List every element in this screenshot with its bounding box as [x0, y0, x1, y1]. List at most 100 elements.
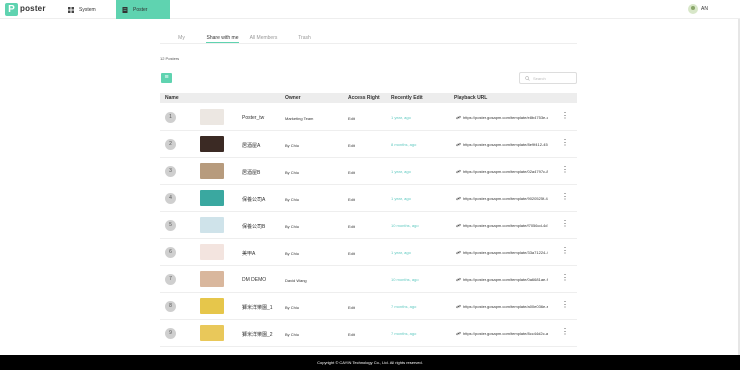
more-options-icon[interactable]: ⋮	[561, 301, 569, 309]
access-right: Edit	[348, 170, 355, 175]
table-row[interactable]: 3 居酒屋B By Chiu Edit 1 year, ago https://poste…	[160, 158, 577, 185]
link-icon	[456, 331, 461, 336]
poster-name[interactable]: 獅米洋樂園_2	[242, 331, 273, 338]
recently-edit: 1 year, ago	[391, 115, 411, 120]
link-icon	[456, 277, 461, 282]
more-options-icon[interactable]: ⋮	[561, 193, 569, 201]
header-recently-edit[interactable]: Recently Edit	[391, 95, 423, 101]
more-options-icon[interactable]: ⋮	[561, 112, 569, 120]
poster-name[interactable]: 居酒屋A	[242, 142, 260, 149]
url-text: https://poster.gosapm.com/template/02a47…	[463, 169, 548, 174]
access-right: Edit	[348, 251, 355, 256]
table-row[interactable]: 9 獅米洋樂園_2 By Chiu Edit 7 months, ago https://…	[160, 320, 577, 347]
poster-thumbnail[interactable]	[200, 325, 224, 341]
playback-url[interactable]: https://poster.gosapm.com/template/90205…	[456, 196, 548, 201]
table-row[interactable]: 2 居酒屋A By Chiu Edit 8 months, ago https://pos…	[160, 131, 577, 158]
tab-divider	[160, 43, 577, 44]
poster-thumbnail[interactable]	[200, 271, 224, 287]
poster-owner: Marketing Team	[285, 116, 314, 121]
table-row[interactable]: 1 Poster_tw Marketing Team Edit 1 year, ago h…	[160, 104, 577, 131]
poster-thumbnail[interactable]	[200, 298, 224, 314]
table-row[interactable]: 6 美甲A By Chiu Edit 1 year, ago https://poster…	[160, 239, 577, 266]
tab-trash[interactable]: Trash	[288, 35, 321, 43]
poster-thumbnail[interactable]	[200, 136, 224, 152]
playback-url[interactable]: https://poster.gosapm.com/template/a00e0…	[456, 304, 548, 309]
poster-thumbnail[interactable]	[200, 244, 224, 260]
poster-thumbnail[interactable]	[200, 109, 224, 125]
playback-url[interactable]: https://poster.gosapm.com/template/e8b47…	[456, 115, 548, 120]
recently-edit: 10 months, ago	[391, 277, 419, 282]
search-input[interactable]: Search	[519, 72, 577, 84]
row-number: 5	[165, 220, 176, 231]
footer: Copyright © CAYIN Technology Co., Ltd. A…	[0, 355, 740, 370]
access-right: Edit	[348, 332, 355, 337]
poster-owner: By Chiu	[285, 251, 300, 256]
more-options-icon[interactable]: ⋮	[561, 220, 569, 228]
url-text: https://poster.gosapm.com/template/f7056…	[463, 223, 548, 228]
logo-text: poster	[20, 4, 46, 13]
more-options-icon[interactable]: ⋮	[561, 139, 569, 147]
user-menu[interactable]: AN	[688, 4, 708, 14]
poster-owner: By Chiu	[285, 305, 300, 310]
top-bar: P poster System Poster AN	[0, 0, 740, 19]
nav-poster[interactable]: Poster	[116, 0, 170, 19]
list-icon: ≡	[164, 74, 169, 81]
recently-edit: 1 year, ago	[391, 196, 411, 201]
tab-share-with-me[interactable]: Share with me	[206, 35, 239, 43]
link-icon	[456, 142, 461, 147]
row-number: 3	[165, 166, 176, 177]
link-icon	[456, 223, 461, 228]
row-number: 4	[165, 193, 176, 204]
table-row[interactable]: 5 保養公司B By Chiu Edit 10 months, ago https://p…	[160, 212, 577, 239]
url-text: https://poster.gosapm.com/template/90205…	[463, 196, 548, 201]
playback-url[interactable]: https://poster.gosapm.com/template/8cc44…	[456, 331, 548, 336]
row-number: 1	[165, 112, 176, 123]
poster-name[interactable]: Poster_tw	[242, 115, 264, 121]
poster-owner: By Chiu	[285, 170, 300, 175]
playback-url[interactable]: https://poster.gosapm.com/template/f7056…	[456, 223, 548, 228]
nav-system-label: System	[79, 6, 96, 13]
url-text: https://poster.gosapm.com/template/a00e0…	[463, 304, 548, 309]
header-owner[interactable]: Owner	[285, 95, 301, 101]
link-icon	[456, 115, 461, 120]
poster-name[interactable]: 保養公司B	[242, 223, 265, 230]
table-row[interactable]: 8 獅米洋樂園_1 By Chiu Edit 7 months, ago https://…	[160, 293, 577, 320]
poster-owner: By Chiu	[285, 197, 300, 202]
row-number: 9	[165, 328, 176, 339]
tab-my[interactable]: My	[165, 35, 198, 43]
link-icon	[456, 196, 461, 201]
row-number: 2	[165, 139, 176, 150]
more-options-icon[interactable]: ⋮	[561, 328, 569, 336]
playback-url[interactable]: https://poster.gosapm.com/template/02a47…	[456, 169, 548, 174]
list-view-button[interactable]: ≡	[161, 73, 172, 83]
table-row[interactable]: 4 保養公司A By Chiu Edit 1 year, ago https://post…	[160, 185, 577, 212]
row-number: 8	[165, 301, 176, 312]
poster-thumbnail[interactable]	[200, 217, 224, 233]
link-icon	[456, 304, 461, 309]
poster-logo[interactable]: P	[5, 3, 18, 16]
poster-owner: By Chiu	[285, 224, 300, 229]
tab-all-members[interactable]: All Members	[247, 35, 280, 43]
poster-thumbnail[interactable]	[200, 163, 224, 179]
more-options-icon[interactable]: ⋮	[561, 247, 569, 255]
playback-url[interactable]: https://poster.gosapm.com/template/33a71…	[456, 250, 548, 255]
poster-name[interactable]: 居酒屋B	[242, 169, 260, 176]
header-access[interactable]: Access Right	[348, 95, 380, 101]
poster-owner: David Wang	[285, 278, 307, 283]
poster-name[interactable]: DM DEMO	[242, 277, 266, 283]
nav-system[interactable]: System	[68, 0, 116, 19]
header-playback-url[interactable]: Playback URL	[454, 95, 487, 101]
tab-bar: My Share with me All Members Trash	[165, 35, 335, 43]
poster-name[interactable]: 美甲A	[242, 250, 255, 257]
playback-url[interactable]: https://poster.gosapm.com/template/0a668…	[456, 277, 548, 282]
table-row[interactable]: 7 DM DEMO David Wang 10 months, ago https://…	[160, 266, 577, 293]
poster-name[interactable]: 獅米洋樂園_1	[242, 304, 273, 311]
access-right: Edit	[348, 305, 355, 310]
poster-name[interactable]: 保養公司A	[242, 196, 265, 203]
access-right: Edit	[348, 197, 355, 202]
playback-url[interactable]: https://poster.gosapm.com/template/8e9f4…	[456, 142, 548, 147]
more-options-icon[interactable]: ⋮	[561, 274, 569, 282]
header-name[interactable]: Name	[165, 95, 179, 101]
more-options-icon[interactable]: ⋮	[561, 166, 569, 174]
poster-thumbnail[interactable]	[200, 190, 224, 206]
